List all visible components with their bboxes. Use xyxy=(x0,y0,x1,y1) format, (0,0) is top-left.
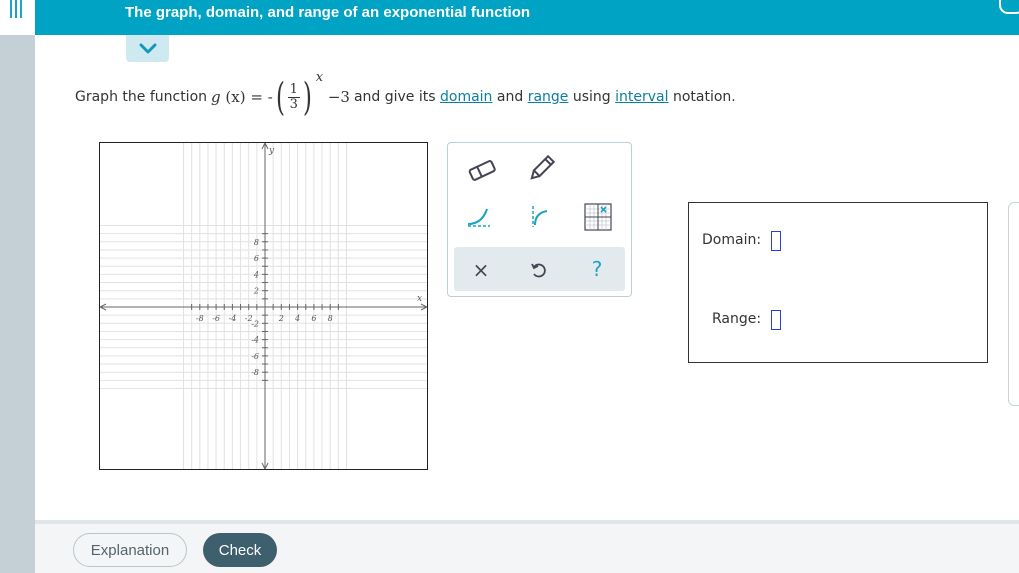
x-tick-label: 8 xyxy=(328,314,333,323)
equals-sign: = - xyxy=(250,88,273,106)
x-tick-label: -4 xyxy=(229,314,237,323)
interval-link[interactable]: interval xyxy=(615,89,668,105)
tool-actions-bar: × ? xyxy=(454,247,625,291)
menu-icon-bar xyxy=(20,0,22,18)
using-text: using xyxy=(572,89,611,105)
problem-statement: Graph the function g (x) = - ( 1 3 ) x −… xyxy=(75,70,736,122)
domain-link[interactable]: domain xyxy=(440,89,492,105)
constant-term: −3 xyxy=(327,88,350,106)
undo-icon xyxy=(531,263,546,278)
range-input[interactable] xyxy=(771,310,781,330)
check-button[interactable]: Check xyxy=(203,533,277,567)
menu-icon-bar xyxy=(15,0,17,18)
exponent: x xyxy=(315,69,324,85)
left-paren: ( xyxy=(275,75,285,119)
asymptote-tool[interactable] xyxy=(524,203,554,229)
x-tick-label: 2 xyxy=(278,314,284,323)
range-label: Range: xyxy=(712,311,762,327)
chevron-down-icon xyxy=(139,43,156,53)
eraser-icon xyxy=(468,160,496,181)
left-rail xyxy=(0,0,35,573)
page-title: The graph, domain, and range of an expon… xyxy=(125,4,531,21)
answer-box: Domain: Range: xyxy=(688,202,988,363)
x-axis-label: x xyxy=(417,294,422,304)
exponential-curve-icon xyxy=(467,208,490,227)
domain-label: Domain: xyxy=(702,232,762,248)
y-tick-label: -8 xyxy=(251,368,259,377)
graph-tool-panel: × ? xyxy=(447,142,632,297)
pencil-tool[interactable] xyxy=(523,153,559,185)
domain-input[interactable] xyxy=(771,231,781,251)
eraser-tool[interactable] xyxy=(464,155,500,185)
x-tick-label: 6 xyxy=(311,314,316,323)
y-tick-label: 6 xyxy=(254,254,259,263)
menu-button[interactable] xyxy=(0,0,35,35)
y-tick-label: -4 xyxy=(251,336,259,345)
graphing-area[interactable]: -8 -6 -4 -2 2 4 6 8 8 6 4 2 -2 -4 -6 -8 x y xyxy=(98,141,429,471)
function-name: g xyxy=(211,88,221,106)
grid-icon xyxy=(584,203,612,231)
asymptote-curve-icon xyxy=(532,206,548,227)
help-button[interactable]: ? xyxy=(584,255,610,283)
grid-tool[interactable] xyxy=(584,203,612,231)
footer-bar: Explanation Check xyxy=(35,520,1019,573)
problem-prefix: Graph the function xyxy=(75,89,208,105)
exponential-tool[interactable] xyxy=(464,203,494,229)
menu-icon-bar xyxy=(10,0,12,18)
fraction-numerator: 1 xyxy=(287,81,300,98)
function-variable: (x) xyxy=(225,88,246,106)
coordinate-grid[interactable]: -8 -6 -4 -2 2 4 6 88642-2-4-6-8xy xyxy=(98,141,429,471)
range-link[interactable]: range xyxy=(528,89,569,105)
fraction-denominator: 3 xyxy=(289,96,298,112)
undo-button[interactable] xyxy=(526,257,552,283)
y-tick-label: -2 xyxy=(251,319,259,328)
clear-button[interactable]: × xyxy=(468,257,494,283)
problem-suffix: notation. xyxy=(672,89,736,105)
collapse-toggle[interactable] xyxy=(126,35,169,62)
pencil-icon xyxy=(530,154,556,180)
header-bar: The graph, domain, and range of an expon… xyxy=(35,0,1019,35)
y-tick-label: 4 xyxy=(253,270,259,279)
x-tick-label: -8 xyxy=(196,314,204,323)
explanation-button[interactable]: Explanation xyxy=(73,533,187,567)
right-paren: ) xyxy=(302,75,312,119)
problem-mid-text: and give its xyxy=(353,89,436,105)
x-tick-label: -6 xyxy=(212,314,220,323)
header-corner-icon[interactable] xyxy=(999,0,1019,14)
y-tick-label: -6 xyxy=(251,352,259,361)
x-tick-label: 4 xyxy=(294,314,300,323)
and-text: and xyxy=(496,89,524,105)
side-panel-tab[interactable] xyxy=(1008,202,1019,406)
y-axis-label: y xyxy=(268,146,275,156)
y-tick-label: 8 xyxy=(254,238,259,247)
function-expression: g (x) = - ( 1 3 ) x −3 xyxy=(211,70,350,119)
y-tick-label: 2 xyxy=(253,287,259,296)
fraction: 1 3 xyxy=(287,81,300,112)
